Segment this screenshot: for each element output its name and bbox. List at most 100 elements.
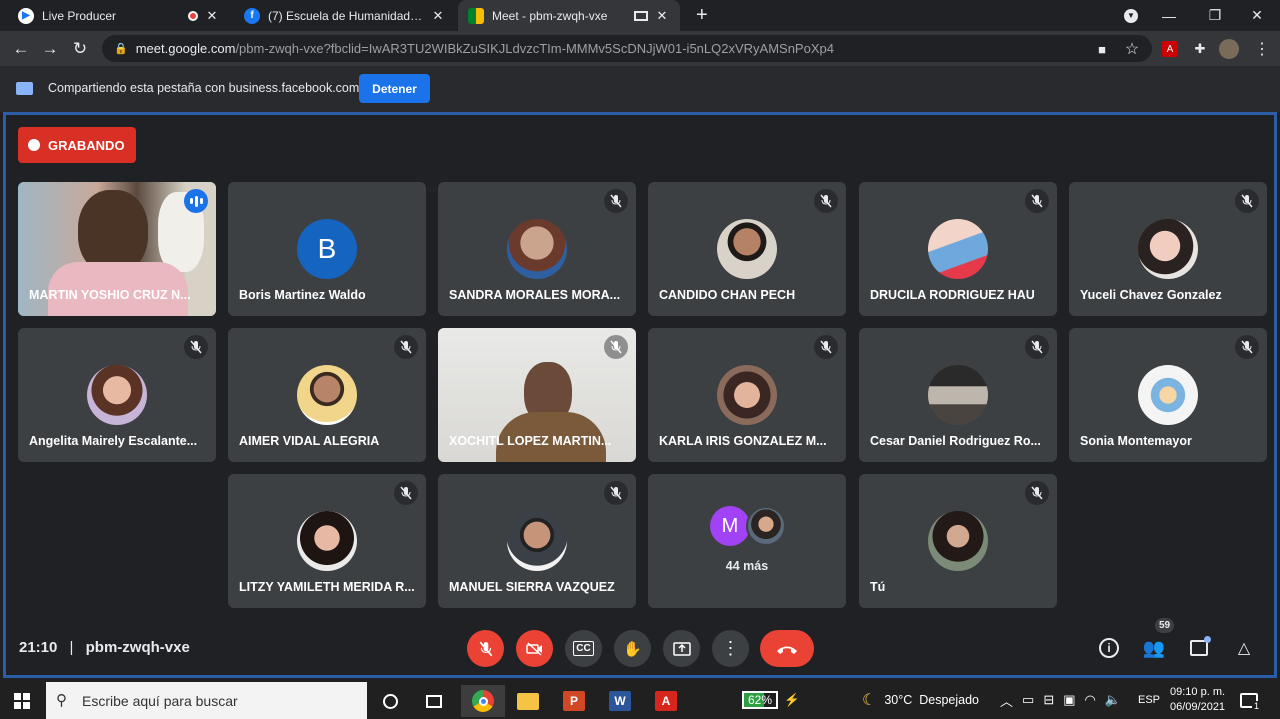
- camera-in-use-icon[interactable]: ■: [1092, 39, 1112, 59]
- search-icon: ⚲: [56, 692, 67, 709]
- powerpoint-icon[interactable]: P: [554, 685, 594, 717]
- meeting-controls-bar: 21:10 | pbm-zwqh-vxe CC ✋ ⋮ i 👥 59 △: [6, 618, 1274, 678]
- captions-button[interactable]: CC: [565, 630, 602, 667]
- show-hidden-icons-icon[interactable]: ︿: [1000, 691, 1013, 710]
- mic-off-icon: [1025, 335, 1049, 359]
- participant-name: XOCHITL LOPEZ MARTIN...: [449, 434, 612, 448]
- participant-initial-avatar: B: [297, 219, 357, 279]
- close-tab-icon[interactable]: ✕: [430, 8, 446, 24]
- mic-off-icon: [814, 189, 838, 213]
- meeting-details-icon[interactable]: i: [1095, 634, 1123, 662]
- bookmark-star-icon[interactable]: ☆: [1122, 39, 1142, 59]
- tab-sharing-icon: [634, 10, 648, 21]
- participant-tile[interactable]: Yuceli Chavez Gonzalez: [1069, 182, 1267, 316]
- tab-title: Meet - pbm-zwqh-vxe: [492, 8, 608, 23]
- file-explorer-icon[interactable]: [508, 685, 548, 717]
- windows-start-icon[interactable]: [2, 685, 42, 717]
- word-icon[interactable]: W: [600, 685, 640, 717]
- battery-indicator[interactable]: 62% ⚡: [742, 681, 800, 719]
- chrome-taskbar-icon[interactable]: [461, 685, 505, 717]
- screen-share-icon: [16, 82, 33, 95]
- close-tab-icon[interactable]: ✕: [654, 8, 670, 24]
- participant-name: DRUCILA RODRIGUEZ HAU: [870, 288, 1035, 302]
- mic-off-icon: [604, 481, 628, 505]
- recording-badge: GRABANDO: [18, 127, 136, 163]
- weather-text: 30°C Despejado: [884, 693, 979, 707]
- participant-photo-avatar: [928, 365, 988, 425]
- address-bar[interactable]: 🔒 meet.google.com/pbm-zwqh-vxe?fbclid=Iw…: [102, 35, 1152, 62]
- present-screen-button[interactable]: [663, 630, 700, 667]
- mic-off-icon: [1025, 189, 1049, 213]
- back-icon[interactable]: ←: [8, 36, 34, 62]
- minimize-icon[interactable]: —: [1146, 0, 1192, 31]
- participant-tile[interactable]: MANUEL SIERRA VAZQUEZ: [438, 474, 636, 608]
- participant-tile[interactable]: Sonia Montemayor: [1069, 328, 1267, 462]
- participant-tile[interactable]: CANDIDO CHAN PECH: [648, 182, 846, 316]
- people-icon[interactable]: 👥: [1140, 634, 1168, 662]
- participant-tile[interactable]: B Boris Martinez Waldo: [228, 182, 426, 316]
- lock-icon: 🔒: [114, 43, 128, 55]
- mic-toggle-button[interactable]: [467, 630, 504, 667]
- close-tab-icon[interactable]: ✕: [204, 8, 220, 24]
- notification-tray-icon[interactable]: ▣: [1063, 692, 1075, 708]
- close-window-icon[interactable]: ✕: [1234, 0, 1280, 31]
- participant-photo-avatar: [297, 511, 357, 571]
- stop-sharing-button[interactable]: Detener: [359, 74, 430, 103]
- extensions-icon[interactable]: ✚: [1190, 39, 1210, 59]
- meeting-code: pbm-zwqh-vxe: [85, 639, 190, 656]
- pdf-extension-icon[interactable]: A: [1160, 39, 1180, 59]
- volume-icon[interactable]: 🔈: [1105, 692, 1121, 708]
- participant-tile[interactable]: MARTIN YOSHIO CRUZ N...: [18, 182, 216, 316]
- profile-avatar[interactable]: [1219, 39, 1239, 59]
- notification-count: 1: [1252, 701, 1262, 711]
- more-options-button[interactable]: ⋮: [712, 630, 749, 667]
- participant-photo-avatar: [87, 365, 147, 425]
- more-participants-tile[interactable]: M 44 más: [648, 474, 846, 608]
- leave-call-button[interactable]: [760, 630, 814, 667]
- action-center-icon[interactable]: 1: [1240, 681, 1262, 719]
- recording-label: GRABANDO: [48, 137, 125, 153]
- system-tray-icons: ︿ ▭ ⊟ ▣ ◠ 🔈: [1000, 681, 1121, 719]
- chat-icon[interactable]: [1185, 634, 1213, 662]
- browser-menu-icon[interactable]: ⋮: [1252, 39, 1272, 59]
- participant-tile-self[interactable]: Tú: [859, 474, 1057, 608]
- mic-off-icon: [394, 481, 418, 505]
- browser-toolbar: ← → ↻ 🔒 meet.google.com/pbm-zwqh-vxe?fbc…: [0, 31, 1280, 66]
- meet-tray-icon[interactable]: ▭: [1022, 692, 1034, 708]
- wifi-icon[interactable]: ◠: [1085, 692, 1096, 708]
- tab-meet[interactable]: Meet - pbm-zwqh-vxe ✕: [458, 0, 680, 31]
- charging-plug-icon: ⚡: [784, 692, 800, 707]
- participant-tile[interactable]: Angelita Mairely Escalante...: [18, 328, 216, 462]
- raise-hand-button[interactable]: ✋: [614, 630, 651, 667]
- participant-tile[interactable]: KARLA IRIS GONZALEZ M...: [648, 328, 846, 462]
- weather-widget[interactable]: ☾ 30°C Despejado: [862, 681, 979, 719]
- acrobat-icon[interactable]: A: [646, 685, 686, 717]
- tab-facebook[interactable]: f (7) Escuela de Humanidades, Car ✕: [234, 0, 456, 31]
- meet-icon: [468, 7, 484, 24]
- tab-live-producer[interactable]: ▶ Live Producer ✕: [8, 0, 230, 31]
- restore-icon[interactable]: ❐: [1192, 0, 1238, 31]
- participant-name: MARTIN YOSHIO CRUZ N...: [29, 288, 191, 302]
- participant-tile[interactable]: XOCHITL LOPEZ MARTIN...: [438, 328, 636, 462]
- clock-date: 06/09/2021: [1170, 701, 1226, 713]
- forward-icon[interactable]: →: [37, 36, 63, 62]
- task-view-icon[interactable]: [414, 685, 454, 717]
- url-path: /pbm-zwqh-vxe?fbclid=IwAR3TU2WIBkZuSIKJL…: [235, 41, 834, 56]
- participant-tile[interactable]: AIMER VIDAL ALEGRIA: [228, 328, 426, 462]
- new-tab-button[interactable]: +: [686, 0, 716, 31]
- input-language[interactable]: ESP: [1138, 681, 1160, 719]
- participant-tile[interactable]: DRUCILA RODRIGUEZ HAU: [859, 182, 1057, 316]
- facebook-icon: f: [244, 7, 260, 24]
- participant-tile[interactable]: SANDRA MORALES MORA...: [438, 182, 636, 316]
- participant-tile[interactable]: LITZY YAMILETH MERIDA R...: [228, 474, 426, 608]
- reload-icon[interactable]: ↻: [67, 36, 93, 62]
- activities-icon[interactable]: △: [1230, 634, 1258, 662]
- participant-tile[interactable]: Cesar Daniel Rodriguez Ro...: [859, 328, 1057, 462]
- mic-off-icon: [184, 335, 208, 359]
- clock[interactable]: 09:10 p. m. 06/09/2021: [1170, 681, 1225, 719]
- usb-icon[interactable]: ⊟: [1043, 692, 1054, 708]
- participant-photo-avatar: [507, 219, 567, 279]
- camera-toggle-button[interactable]: [516, 630, 553, 667]
- taskbar-search-input[interactable]: ⚲ Escribe aquí para buscar: [46, 682, 367, 719]
- cortana-icon[interactable]: [370, 685, 410, 717]
